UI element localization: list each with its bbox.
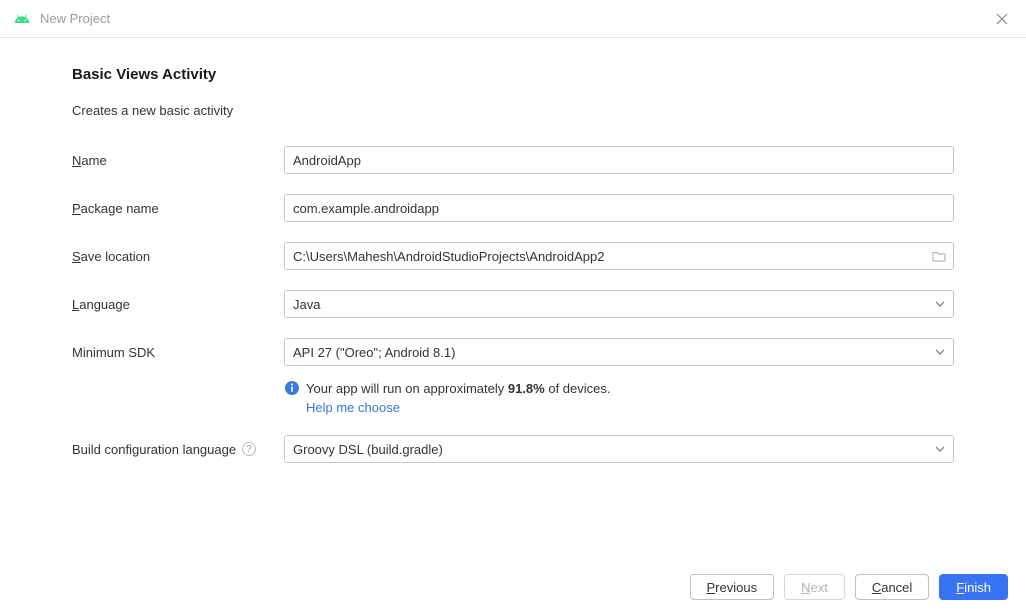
language-select[interactable]: Java — [284, 290, 954, 318]
row-save-location: Save location — [72, 242, 954, 270]
dialog-content: Basic Views Activity Creates a new basic… — [0, 38, 1026, 463]
build-lang-value: Groovy DSL (build.gradle) — [293, 442, 443, 457]
help-icon[interactable]: ? — [242, 442, 256, 456]
min-sdk-select[interactable]: API 27 ("Oreo"; Android 8.1) — [284, 338, 954, 366]
close-button[interactable] — [992, 9, 1012, 29]
chevron-down-icon — [935, 301, 945, 307]
help-me-choose-link[interactable]: Help me choose — [306, 400, 400, 415]
next-button: Next — [784, 574, 845, 600]
name-input[interactable] — [284, 146, 954, 174]
label-min-sdk: Minimum SDK — [72, 345, 284, 360]
row-package: Package name — [72, 194, 954, 222]
page-subtitle: Creates a new basic activity — [72, 103, 954, 118]
row-sdk-help: Your app will run on approximately 91.8%… — [72, 380, 954, 415]
save-location-wrapper — [284, 242, 954, 270]
row-name: Name — [72, 146, 954, 174]
info-icon — [284, 380, 300, 396]
titlebar: New Project — [0, 0, 1026, 38]
label-name: Name — [72, 153, 284, 168]
chevron-down-icon — [935, 349, 945, 355]
label-language: Language — [72, 297, 284, 312]
sdk-help-text: Your app will run on approximately 91.8%… — [284, 380, 954, 396]
build-lang-select[interactable]: Groovy DSL (build.gradle) — [284, 435, 954, 463]
dialog-title: New Project — [40, 11, 110, 26]
cancel-button[interactable]: Cancel — [855, 574, 929, 600]
min-sdk-value: API 27 ("Oreo"; Android 8.1) — [293, 345, 455, 360]
finish-button[interactable]: Finish — [939, 574, 1008, 600]
row-build-lang: Build configuration language ? Groovy DS… — [72, 435, 954, 463]
label-package: Package name — [72, 201, 284, 216]
row-min-sdk: Minimum SDK API 27 ("Oreo"; Android 8.1) — [72, 338, 954, 366]
page-heading: Basic Views Activity — [72, 66, 954, 83]
label-build-lang: Build configuration language ? — [72, 442, 284, 457]
close-icon — [996, 13, 1008, 25]
dialog-footer: Previous Next Cancel Finish — [0, 562, 1026, 612]
label-save-location: Save location — [72, 249, 284, 264]
chevron-down-icon — [935, 446, 945, 452]
row-language: Language Java — [72, 290, 954, 318]
language-value: Java — [293, 297, 320, 312]
android-logo-icon — [14, 11, 30, 27]
save-location-input[interactable] — [284, 242, 954, 270]
previous-button[interactable]: Previous — [690, 574, 775, 600]
package-input[interactable] — [284, 194, 954, 222]
